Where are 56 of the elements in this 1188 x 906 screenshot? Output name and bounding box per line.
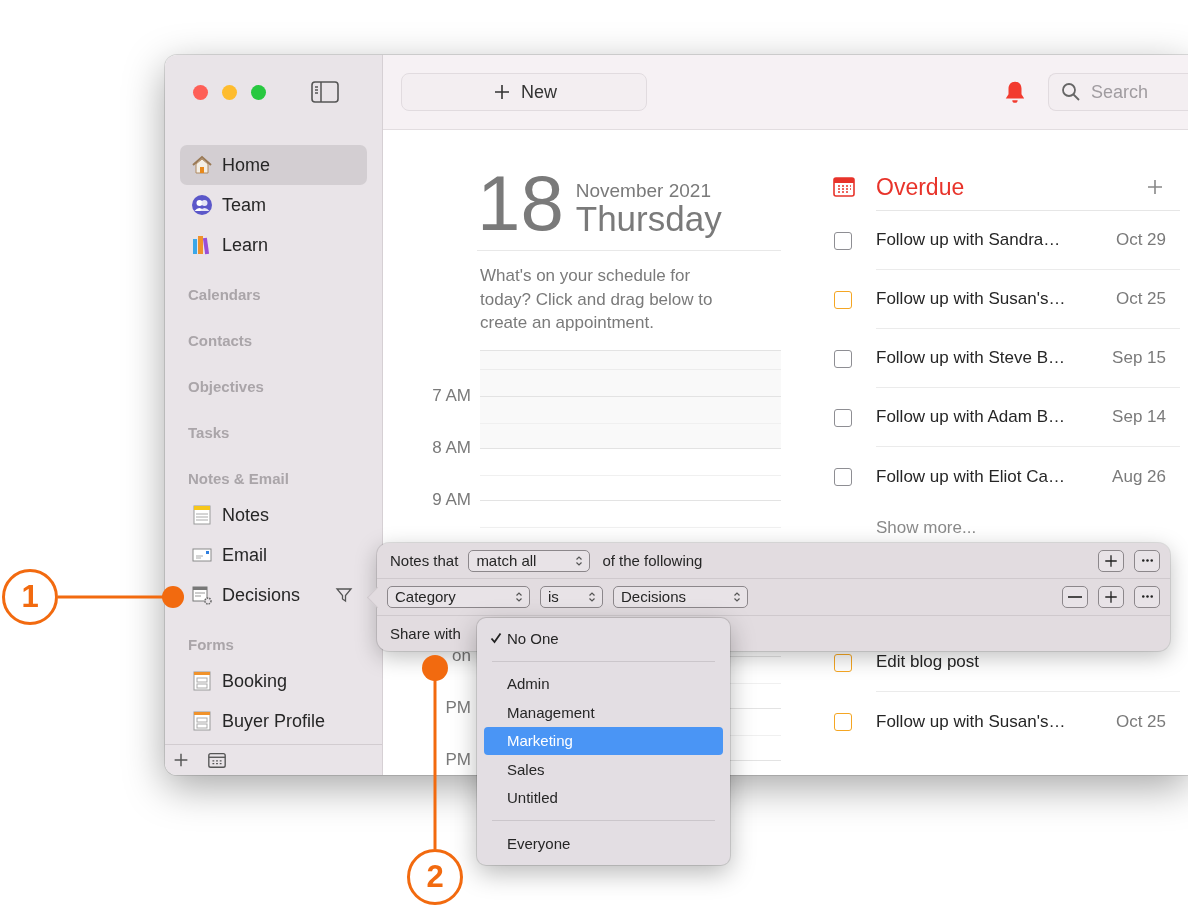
filter-label: of the following [601,552,703,570]
filter-label: Notes that [389,552,459,570]
menu-item[interactable]: Admin [484,669,723,698]
due-date: Oct 29 [1115,230,1166,250]
sidebar-item[interactable]: Learn [180,225,367,265]
sidebar-item[interactable]: Decisions [180,575,367,615]
sidebar-item[interactable]: Email [180,535,367,575]
weekday: Thursday [575,200,722,238]
filter-label: Share with [389,624,461,642]
month-year: November 2021 [575,180,712,202]
popup-button[interactable]: Category [387,586,530,608]
popup-button[interactable]: is [540,586,603,608]
new-button[interactable]: New [401,73,647,111]
popup-button[interactable]: match all [468,549,591,572]
sidebar-item[interactable]: Notes [180,495,367,535]
task-title: Follow up with Adam B… [876,407,1065,427]
sidebar-item[interactable]: Booking [180,661,367,701]
schedule-hint: What's on your schedule for today? Click and drag below to create an appointment. [480,265,714,334]
due-date: Sep 15 [1112,348,1166,368]
sidebar-section-header: Forms [187,634,235,655]
popup-button[interactable]: Decisions [613,586,748,608]
menu-item[interactable]: Management [484,698,723,727]
due-date: Sep 14 [1112,407,1166,427]
due-date: Aug 26 [1112,466,1166,487]
menu-item[interactable]: Untitled [484,783,723,812]
task-title: Follow up with Sandra… [876,230,1061,250]
search-field[interactable]: Search [1048,73,1188,111]
callout-badge: 2 [407,849,463,905]
sidebar-section-header: Contacts [187,330,254,351]
hour-label: PM [444,750,471,769]
task-title: Follow up with Steve B… [876,348,1065,368]
menu-item[interactable]: No One [484,624,723,653]
task-title: Edit blog post [876,652,979,672]
hour-label: on [451,646,471,665]
menu-item[interactable]: Everyone [484,829,723,858]
task-title: Follow up with Susan's… [876,289,1066,309]
task-title: Follow up with Susan's… [876,711,1066,732]
hour-label: 9 AM [431,490,471,509]
due-date: Oct 25 [1115,711,1166,732]
sidebar-item[interactable]: Team [180,185,367,225]
sidebar-section-header: Objectives [187,376,265,397]
hour-label: PM [444,698,471,717]
callout-badge: 1 [2,569,58,625]
sidebar-item[interactable]: Home [180,145,367,185]
menu-item[interactable]: Sales [484,755,723,784]
task-title: Follow up with Eliot Ca… [876,466,1065,487]
day-number: 18 [477,168,564,238]
search-input[interactable]: Search [1089,80,1173,104]
sidebar-section-header: Tasks [187,422,231,443]
sidebar-item[interactable]: Buyer Profile [180,701,367,741]
hour-label: 8 AM [431,438,471,457]
sidebar-section-header: Notes & Email [187,468,290,489]
sidebar-section-header: Calendars [187,284,262,305]
due-date: Oct 25 [1115,289,1166,309]
hour-label: 7 AM [431,386,471,405]
section-title: Overdue [876,173,965,201]
